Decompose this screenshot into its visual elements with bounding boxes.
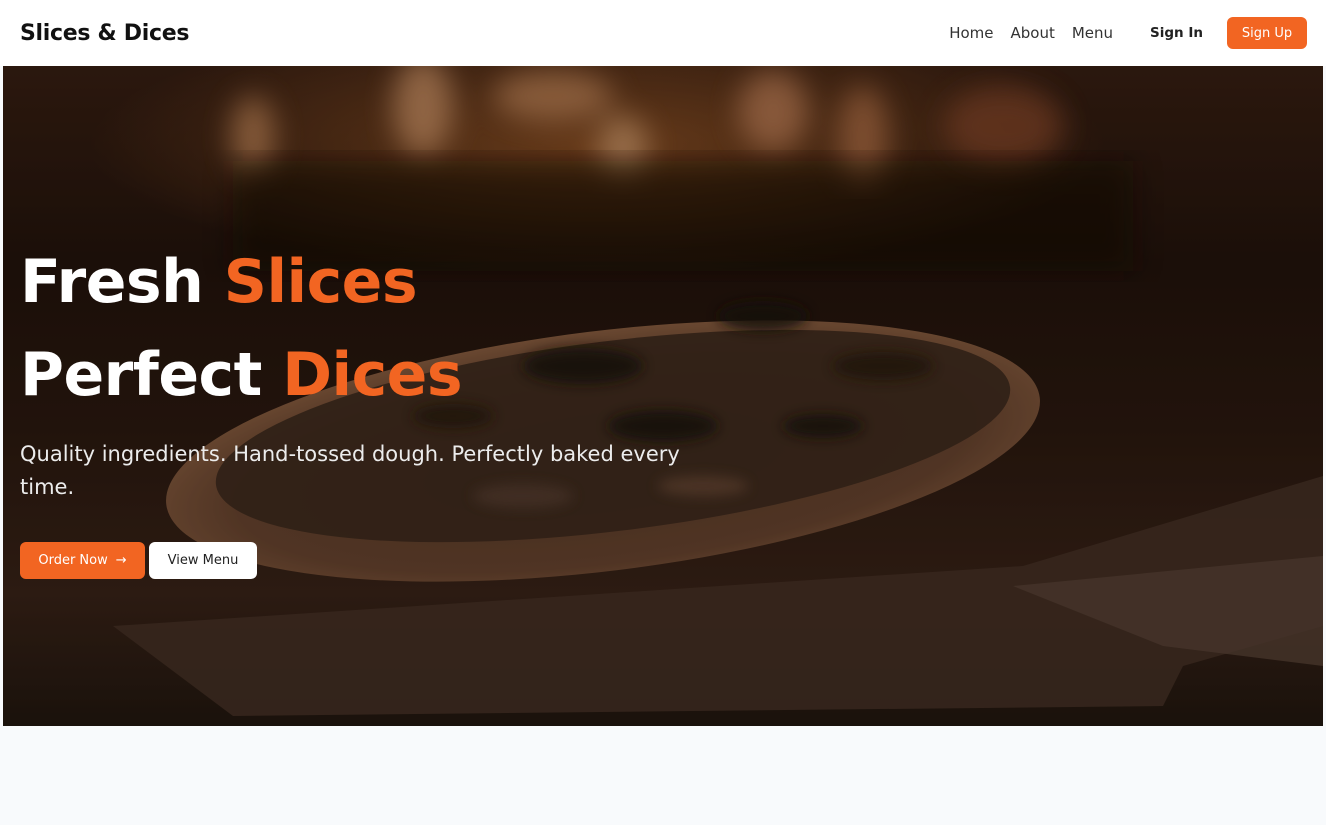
headline-slices: Slices <box>223 247 418 317</box>
headline-perfect: Perfect <box>20 340 283 410</box>
hero-buttons: Order Now → View Menu <box>20 542 700 579</box>
navbar: Slices & Dices Home About Menu Sign In S… <box>0 0 1326 66</box>
sign-in-button[interactable]: Sign In <box>1150 25 1203 41</box>
view-menu-button[interactable]: View Menu <box>149 542 257 579</box>
arrow-right-icon: → <box>115 553 127 568</box>
headline-line-2: Perfect Dices <box>20 329 700 422</box>
nav-link-menu[interactable]: Menu <box>1072 24 1113 42</box>
hero-content: Fresh Slices Perfect Dices Quality ingre… <box>20 236 700 579</box>
hero-subtitle: Quality ingredients. Hand-tossed dough. … <box>20 442 680 499</box>
order-now-button[interactable]: Order Now → <box>20 542 145 579</box>
nav-link-about[interactable]: About <box>1010 24 1054 42</box>
nav-menu: Home About Menu Sign In Sign Up <box>949 17 1307 49</box>
hero-section: Fresh Slices Perfect Dices Quality ingre… <box>3 66 1323 726</box>
headline-line-1: Fresh Slices <box>20 236 700 329</box>
brand-logo[interactable]: Slices & Dices <box>20 21 189 46</box>
hero-headline: Fresh Slices Perfect Dices <box>20 236 700 422</box>
nav-link-home[interactable]: Home <box>949 24 993 42</box>
headline-dices: Dices <box>282 340 463 410</box>
sign-up-button[interactable]: Sign Up <box>1227 17 1307 49</box>
lower-section <box>0 726 1326 825</box>
order-now-label: Order Now <box>38 553 108 568</box>
headline-fresh: Fresh <box>20 247 224 317</box>
